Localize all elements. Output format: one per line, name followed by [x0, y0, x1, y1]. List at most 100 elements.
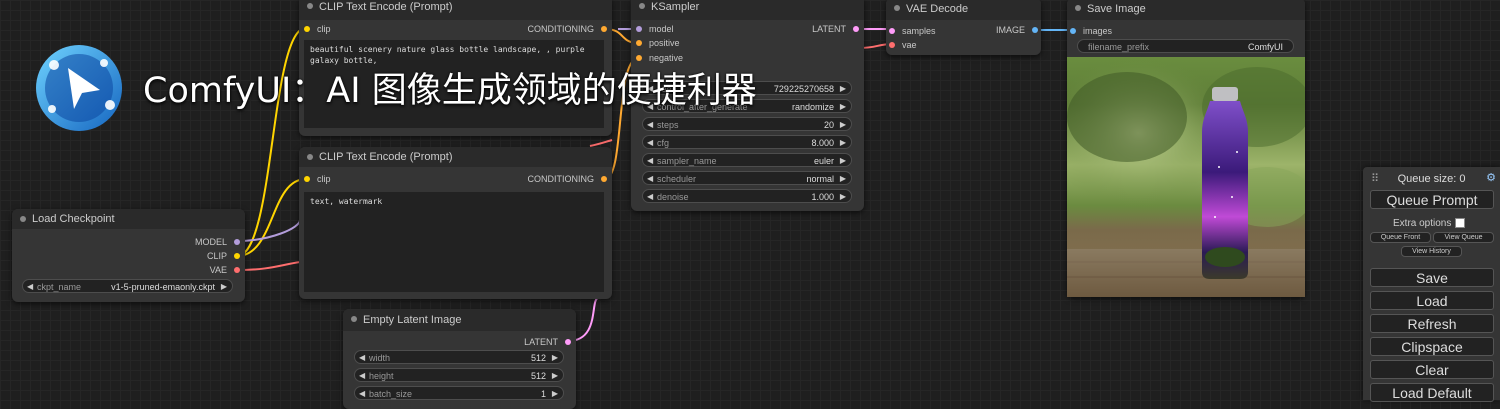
- slot-label: VAE: [209, 265, 227, 275]
- bottle-image: [1067, 57, 1305, 297]
- slot-dot[interactable]: [304, 176, 310, 182]
- scheduler-widget[interactable]: ◀ scheduler normal ▶: [642, 171, 852, 185]
- batch-size-widget[interactable]: ◀ batch_size 1 ▶: [354, 386, 564, 400]
- arrow-right-icon[interactable]: ▶: [552, 387, 558, 401]
- arrow-left-icon[interactable]: ◀: [359, 369, 365, 383]
- steps-widget[interactable]: ◀ steps 20 ▶: [642, 117, 852, 131]
- arrow-left-icon[interactable]: ◀: [647, 154, 653, 168]
- arrow-left-icon[interactable]: ◀: [359, 387, 365, 401]
- slot-dot[interactable]: [889, 28, 895, 34]
- node-clip-text-negative[interactable]: CLIP Text Encode (Prompt) clip CONDITION…: [299, 147, 612, 299]
- node-title: Empty Latent Image: [343, 309, 576, 331]
- extra-options-checkbox[interactable]: [1455, 218, 1466, 229]
- load-default-button[interactable]: Load Default: [1370, 383, 1494, 402]
- load-button[interactable]: Load: [1370, 291, 1494, 310]
- slot-label: MODEL: [194, 237, 227, 247]
- arrow-left-icon[interactable]: ◀: [359, 351, 365, 365]
- slot-dot[interactable]: [636, 55, 642, 61]
- slot-dot[interactable]: [601, 26, 607, 32]
- cfg-widget[interactable]: ◀ cfg 8.000 ▶: [642, 135, 852, 149]
- output-conditioning[interactable]: CONDITIONING: [528, 23, 607, 35]
- output-latent[interactable]: LATENT: [524, 336, 571, 348]
- height-widget[interactable]: ◀ height 512 ▶: [354, 368, 564, 382]
- arrow-right-icon[interactable]: ▶: [552, 369, 558, 383]
- node-save-image[interactable]: Save Image images filename_prefix ComfyU…: [1067, 0, 1305, 297]
- arrow-left-icon[interactable]: ◀: [647, 172, 653, 186]
- filename-prefix-widget[interactable]: filename_prefix ComfyUI: [1077, 39, 1294, 53]
- slot-dot[interactable]: [304, 26, 310, 32]
- slot-label: LATENT: [524, 337, 558, 347]
- arrow-right-icon[interactable]: ▶: [840, 190, 846, 204]
- widget-label: filename_prefix: [1088, 42, 1150, 52]
- widget-label: batch_size: [369, 389, 413, 399]
- input-clip[interactable]: clip: [304, 23, 331, 35]
- slot-dot[interactable]: [889, 42, 895, 48]
- slot-dot[interactable]: [234, 239, 240, 245]
- slot-dot[interactable]: [601, 176, 607, 182]
- width-widget[interactable]: ◀ width 512 ▶: [354, 350, 564, 364]
- input-images[interactable]: images: [1070, 25, 1112, 37]
- output-vae[interactable]: VAE: [210, 264, 240, 276]
- save-button[interactable]: Save: [1370, 268, 1494, 287]
- widget-label: cfg: [657, 138, 670, 148]
- slot-label: clip: [317, 174, 331, 184]
- output-model[interactable]: MODEL: [195, 236, 240, 248]
- input-positive[interactable]: positive: [636, 37, 680, 49]
- arrow-left-icon[interactable]: ◀: [27, 280, 33, 294]
- prompt-textarea[interactable]: text, watermark: [304, 192, 604, 292]
- output-clip[interactable]: CLIP: [207, 250, 240, 262]
- queue-front-button[interactable]: Queue Front: [1370, 232, 1431, 243]
- node-title: CLIP Text Encode (Prompt): [299, 147, 612, 167]
- arrow-left-icon[interactable]: ◀: [647, 118, 653, 132]
- widget-value: 729225270658: [773, 84, 834, 94]
- arrow-right-icon[interactable]: ▶: [840, 82, 846, 96]
- generated-image-preview[interactable]: [1067, 57, 1305, 297]
- slot-dot[interactable]: [636, 26, 642, 32]
- sampler-name-widget[interactable]: ◀ sampler_name euler ▶: [642, 153, 852, 167]
- arrow-right-icon[interactable]: ▶: [552, 351, 558, 365]
- arrow-right-icon[interactable]: ▶: [840, 136, 846, 150]
- widget-value: 512: [530, 371, 546, 381]
- arrow-right-icon[interactable]: ▶: [221, 280, 227, 294]
- node-vae-decode[interactable]: VAE Decode samples vae IMAGE: [886, 0, 1041, 55]
- widget-value: 1: [540, 389, 546, 399]
- arrow-right-icon[interactable]: ▶: [840, 118, 846, 132]
- slot-dot[interactable]: [853, 26, 859, 32]
- clipspace-button[interactable]: Clipspace: [1370, 337, 1494, 356]
- arrow-right-icon[interactable]: ▶: [840, 154, 846, 168]
- ckpt-name-widget[interactable]: ◀ ckpt_name v1-5-pruned-emaonly.ckpt ▶: [22, 279, 233, 293]
- wire-model: [236, 219, 301, 242]
- input-clip[interactable]: clip: [304, 173, 331, 185]
- slot-dot[interactable]: [234, 253, 240, 259]
- queue-prompt-button[interactable]: Queue Prompt: [1370, 190, 1494, 209]
- arrow-right-icon[interactable]: ▶: [840, 172, 846, 186]
- extra-options-toggle[interactable]: Extra options: [1393, 218, 1466, 229]
- input-samples[interactable]: samples: [889, 25, 936, 37]
- refresh-button[interactable]: Refresh: [1370, 314, 1494, 333]
- input-vae[interactable]: vae: [889, 39, 917, 51]
- clear-button[interactable]: Clear: [1370, 360, 1494, 379]
- slot-dot[interactable]: [565, 339, 571, 345]
- output-latent[interactable]: LATENT: [812, 23, 859, 35]
- arrow-left-icon[interactable]: ◀: [647, 190, 653, 204]
- arrow-left-icon[interactable]: ◀: [647, 136, 653, 150]
- view-queue-button[interactable]: View Queue: [1433, 232, 1494, 243]
- denoise-widget[interactable]: ◀ denoise 1.000 ▶: [642, 189, 852, 203]
- slot-dot[interactable]: [1070, 28, 1076, 34]
- slot-dot[interactable]: [1032, 27, 1038, 33]
- input-model[interactable]: model: [636, 23, 674, 35]
- output-conditioning[interactable]: CONDITIONING: [528, 173, 607, 185]
- node-empty-latent-image[interactable]: Empty Latent Image LATENT ◀ width 512 ▶ …: [343, 309, 576, 409]
- output-image[interactable]: IMAGE: [996, 24, 1038, 36]
- extra-options-label: Extra options: [1393, 218, 1452, 229]
- slot-dot[interactable]: [234, 267, 240, 273]
- widget-value: 1.000: [811, 192, 834, 202]
- gear-icon[interactable]: ⚙: [1486, 171, 1496, 184]
- slot-dot[interactable]: [636, 40, 642, 46]
- view-history-button[interactable]: View History: [1401, 246, 1462, 257]
- arrow-right-icon[interactable]: ▶: [840, 100, 846, 114]
- wire-clip-neg: [236, 178, 307, 257]
- widget-label: denoise: [657, 192, 689, 202]
- slot-label: LATENT: [812, 24, 846, 34]
- node-load-checkpoint[interactable]: Load Checkpoint MODEL CLIP VAE ◀ ckpt_na…: [12, 209, 245, 302]
